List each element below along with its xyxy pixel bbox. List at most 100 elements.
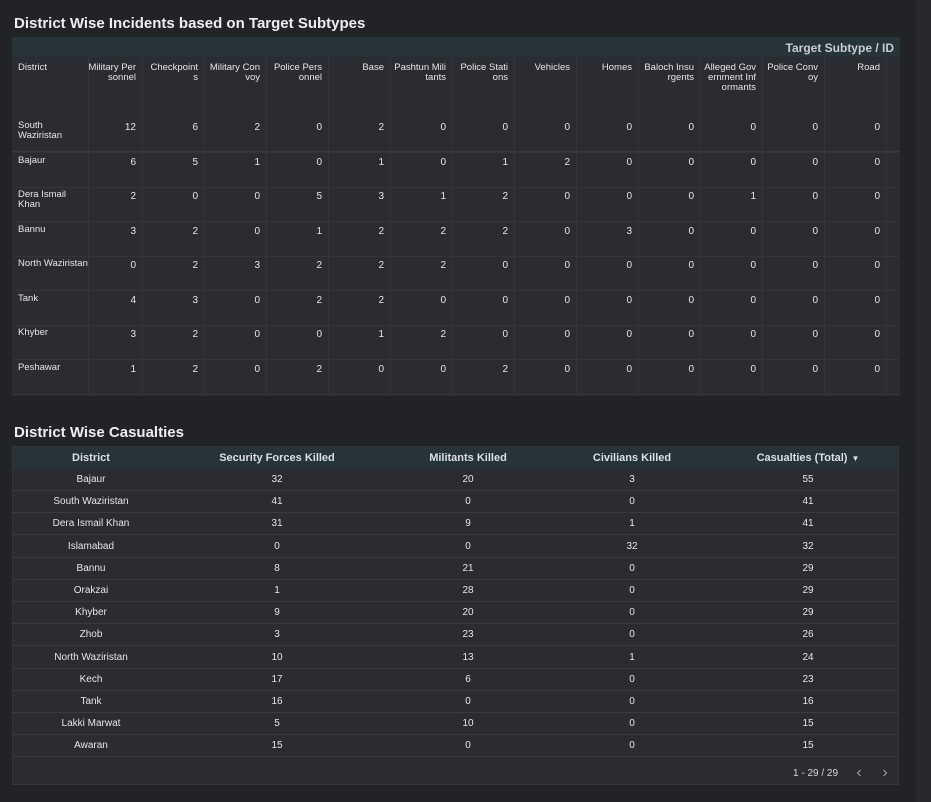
chevron-left-icon[interactable]: ‹ <box>851 764 867 782</box>
table-row[interactable]: Islamabad 0 0 32 32 <box>13 536 898 558</box>
caret-down-icon[interactable]: ▼ <box>851 454 859 463</box>
pivot-cell: 0 <box>812 157 818 168</box>
pivot-column-header[interactable]: Police Personnel <box>270 63 322 83</box>
pivot-column-header[interactable]: Pashtun Militants <box>394 63 446 83</box>
pivot-column-divider <box>142 57 143 396</box>
table-cell: 41 <box>802 496 814 508</box>
pivot-row-divider <box>12 394 900 395</box>
pivot-column-header[interactable]: Base <box>332 63 384 73</box>
pivot-cell: 0 <box>254 364 260 375</box>
pivot-cell: 2 <box>502 191 508 202</box>
table-cell: 0 <box>465 496 471 508</box>
pivot-cell: 0 <box>812 191 818 202</box>
table-row[interactable]: Zhob 3 23 0 26 <box>13 624 898 647</box>
table-row[interactable]: Orakzai 1 28 0 29 <box>13 580 898 602</box>
pivot-cell: 0 <box>874 122 880 133</box>
chevron-right-icon[interactable]: › <box>877 764 893 782</box>
pivot-column-header[interactable]: Checkpoints <box>146 63 198 83</box>
pivot-cell: 0 <box>874 157 880 168</box>
pivot-cell: 2 <box>564 157 570 168</box>
pivot-column-header[interactable]: Police Convoy <box>766 63 818 83</box>
pivot-column-header[interactable]: Police Stations <box>456 63 508 83</box>
pivot-cell: 0 <box>874 226 880 237</box>
pivot-cell: 0 <box>688 157 694 168</box>
casualties-column-header[interactable]: Militants Killed <box>388 452 548 464</box>
table-row[interactable]: Bannu 8 21 0 29 <box>13 558 898 580</box>
table-cell: 41 <box>802 518 814 530</box>
pivot-cell: 0 <box>626 260 632 271</box>
pivot-cell: 0 <box>750 260 756 271</box>
pivot-cell: 0 <box>626 329 632 340</box>
table-cell: 0 <box>629 607 635 619</box>
pivot-cell: 3 <box>626 226 632 237</box>
table-cell: 15 <box>271 740 283 752</box>
casualties-column-header[interactable]: District <box>13 452 176 464</box>
table-cell: Orakzai <box>73 585 109 596</box>
pivot-cell: 5 <box>192 157 198 168</box>
pivot-row-label: Tank <box>18 293 39 304</box>
casualties-column-header[interactable]: Casualties (Total) ▼ <box>728 452 888 464</box>
table-cell: 10 <box>462 718 474 730</box>
table-row[interactable]: Lakki Marwat 5 10 0 15 <box>13 713 898 736</box>
casualties-footer: 1 - 29 / 29 ‹ › <box>13 761 898 784</box>
pivot-row-label: Khyber <box>18 327 49 338</box>
pivot-column-header[interactable]: Baloch Insurgents <box>642 63 694 83</box>
pivot-cell: 3 <box>130 226 136 237</box>
pivot-column-header[interactable]: Alleged Government Informants <box>704 63 756 93</box>
pivot-cell: 0 <box>502 260 508 271</box>
pivot-cell: 1 <box>130 364 136 375</box>
table-cell: 0 <box>465 696 471 707</box>
table-cell: 32 <box>626 540 638 552</box>
table-row[interactable]: Awaran 15 0 0 15 <box>13 735 898 758</box>
pivot-cell: 0 <box>626 364 632 375</box>
pivot-cell: 0 <box>812 364 818 375</box>
pivot-cell: 2 <box>502 226 508 237</box>
pivot-column-header[interactable]: Vehicles <box>518 63 570 73</box>
table-cell: 21 <box>462 562 474 574</box>
table-row[interactable]: Khyber 9 20 0 29 <box>13 602 898 625</box>
pivot-cell: 0 <box>564 364 570 375</box>
table-cell: 10 <box>271 651 283 663</box>
pivot-cell: 0 <box>502 329 508 340</box>
table-cell: Zhob <box>79 629 103 641</box>
pivot-cell: 1 <box>254 157 260 168</box>
pivot-cell: 2 <box>378 122 384 133</box>
pivot-column-header[interactable]: Road <box>828 63 880 73</box>
pivot-column-header[interactable]: Military Personnel <box>84 63 136 83</box>
pivot-row-label: South Waziristan <box>18 120 62 141</box>
table-row[interactable]: North Waziristan 10 13 1 24 <box>13 647 898 669</box>
table-cell: 29 <box>802 607 814 619</box>
pivot-cell: 2 <box>316 364 322 375</box>
column-header-label: Casualties (Total) <box>756 452 848 464</box>
pivot-cell: 0 <box>440 157 446 168</box>
pivot-row-label: Dera Ismail Khan <box>18 189 67 210</box>
casualties-body[interactable]: Bajaur 32 20 3 55 South Waziristan 41 0 0 41 Dera … <box>13 469 898 761</box>
table-cell: 29 <box>802 585 814 596</box>
pivot-cell: 0 <box>750 295 756 306</box>
pivot-cell: 0 <box>626 191 632 202</box>
pivot-column-divider <box>762 57 763 396</box>
pivot-column-header[interactable]: Military Convoy <box>208 63 260 83</box>
pivot-column-divider <box>514 57 515 396</box>
casualties-column-header[interactable]: Security Forces Killed <box>187 452 367 464</box>
table-cell: 0 <box>465 740 471 752</box>
pivot-row-divider <box>12 325 900 326</box>
table-cell: 13 <box>462 651 474 663</box>
casualties-table: District Security Forces Killed Militants … <box>12 446 899 785</box>
table-cell: 41 <box>271 496 283 508</box>
table-row[interactable]: Bajaur 32 20 3 55 <box>13 469 898 491</box>
table-row[interactable]: Tank 16 0 0 16 <box>13 691 898 713</box>
table-cell: 3 <box>274 629 280 641</box>
table-cell: 15 <box>802 718 814 730</box>
pivot-row-divider <box>12 152 900 153</box>
pivot-column-divider <box>886 57 887 396</box>
table-row[interactable]: Dera Ismail Khan 31 9 1 41 <box>13 513 898 536</box>
casualties-header-row: District Security Forces Killed Militants … <box>13 447 898 469</box>
table-row[interactable]: Kech 17 6 0 23 <box>13 669 898 691</box>
pivot-cell: 2 <box>378 295 384 306</box>
pivot-cell: 0 <box>812 329 818 340</box>
pivot-cell: 2 <box>378 226 384 237</box>
pivot-column-header[interactable]: Homes <box>580 63 632 73</box>
casualties-column-header[interactable]: Civilians Killed <box>562 452 702 464</box>
table-row[interactable]: South Waziristan 41 0 0 41 <box>13 491 898 514</box>
